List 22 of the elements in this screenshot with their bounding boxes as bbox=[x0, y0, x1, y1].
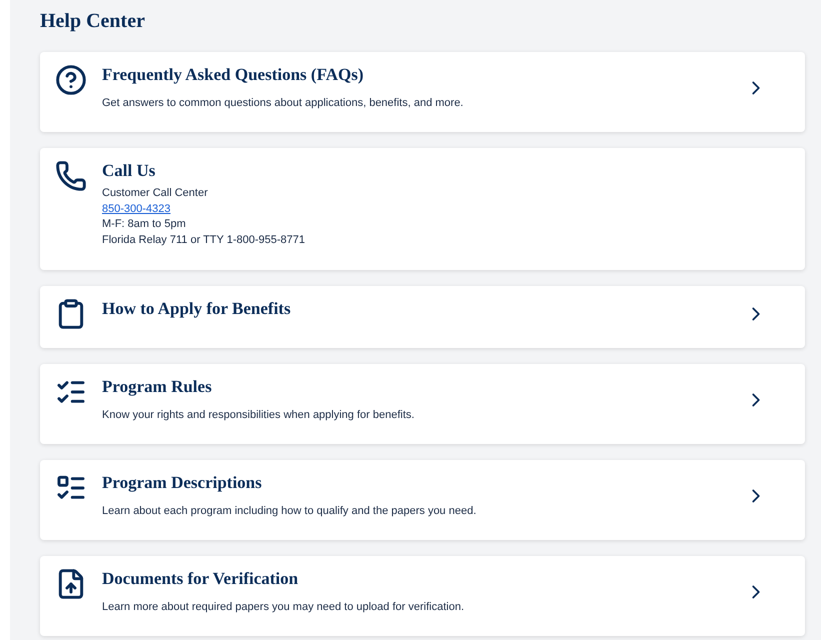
card-title: Documents for Verification bbox=[102, 568, 300, 590]
contact-line: Florida Relay 711 or TTY 1-800-955-8771 bbox=[102, 232, 306, 248]
help-topic-card[interactable]: Frequently Asked Questions (FAQs) Get answers to common questions about applications, benefits, and more. bbox=[40, 52, 805, 132]
help-topic-card[interactable]: Program Descriptions Learn about each program including how to qualify and the papers you need. bbox=[40, 460, 805, 540]
card-description: Get answers to common questions about applications, benefits, and more. bbox=[102, 96, 464, 111]
contact-line: Customer Call Center bbox=[102, 186, 209, 201]
phone-icon bbox=[55, 160, 87, 192]
card-title: How to Apply for Benefits bbox=[102, 298, 291, 320]
help-topic-card[interactable]: Documents for Verification Learn more about required papers you may need to upload for verification. bbox=[40, 556, 805, 636]
card-title: Program Rules bbox=[102, 376, 213, 398]
phone-link[interactable]: 850-300-4323 bbox=[102, 202, 171, 217]
card-description: Learn more about required papers you may need to upload for verification. bbox=[102, 600, 464, 615]
card-title: Frequently Asked Questions (FAQs) bbox=[102, 64, 364, 86]
contact-line: M-F: 8am to 5pm bbox=[102, 217, 187, 232]
help-topic-card[interactable]: Program Rules Know your rights and responsibilities when applying for benefits. bbox=[40, 364, 805, 444]
help-icon bbox=[55, 64, 87, 96]
card-description: Learn about each program including how to qualify and the papers you need. bbox=[102, 504, 476, 519]
card-description: Know your rights and responsibilities when applying for benefits. bbox=[102, 408, 414, 423]
card-title: Program Descriptions bbox=[102, 472, 263, 494]
page-title: Help Center bbox=[40, 9, 146, 34]
card-title: Call Us bbox=[102, 160, 156, 182]
help-topic-card[interactable]: How to Apply for Benefits bbox=[40, 286, 805, 348]
